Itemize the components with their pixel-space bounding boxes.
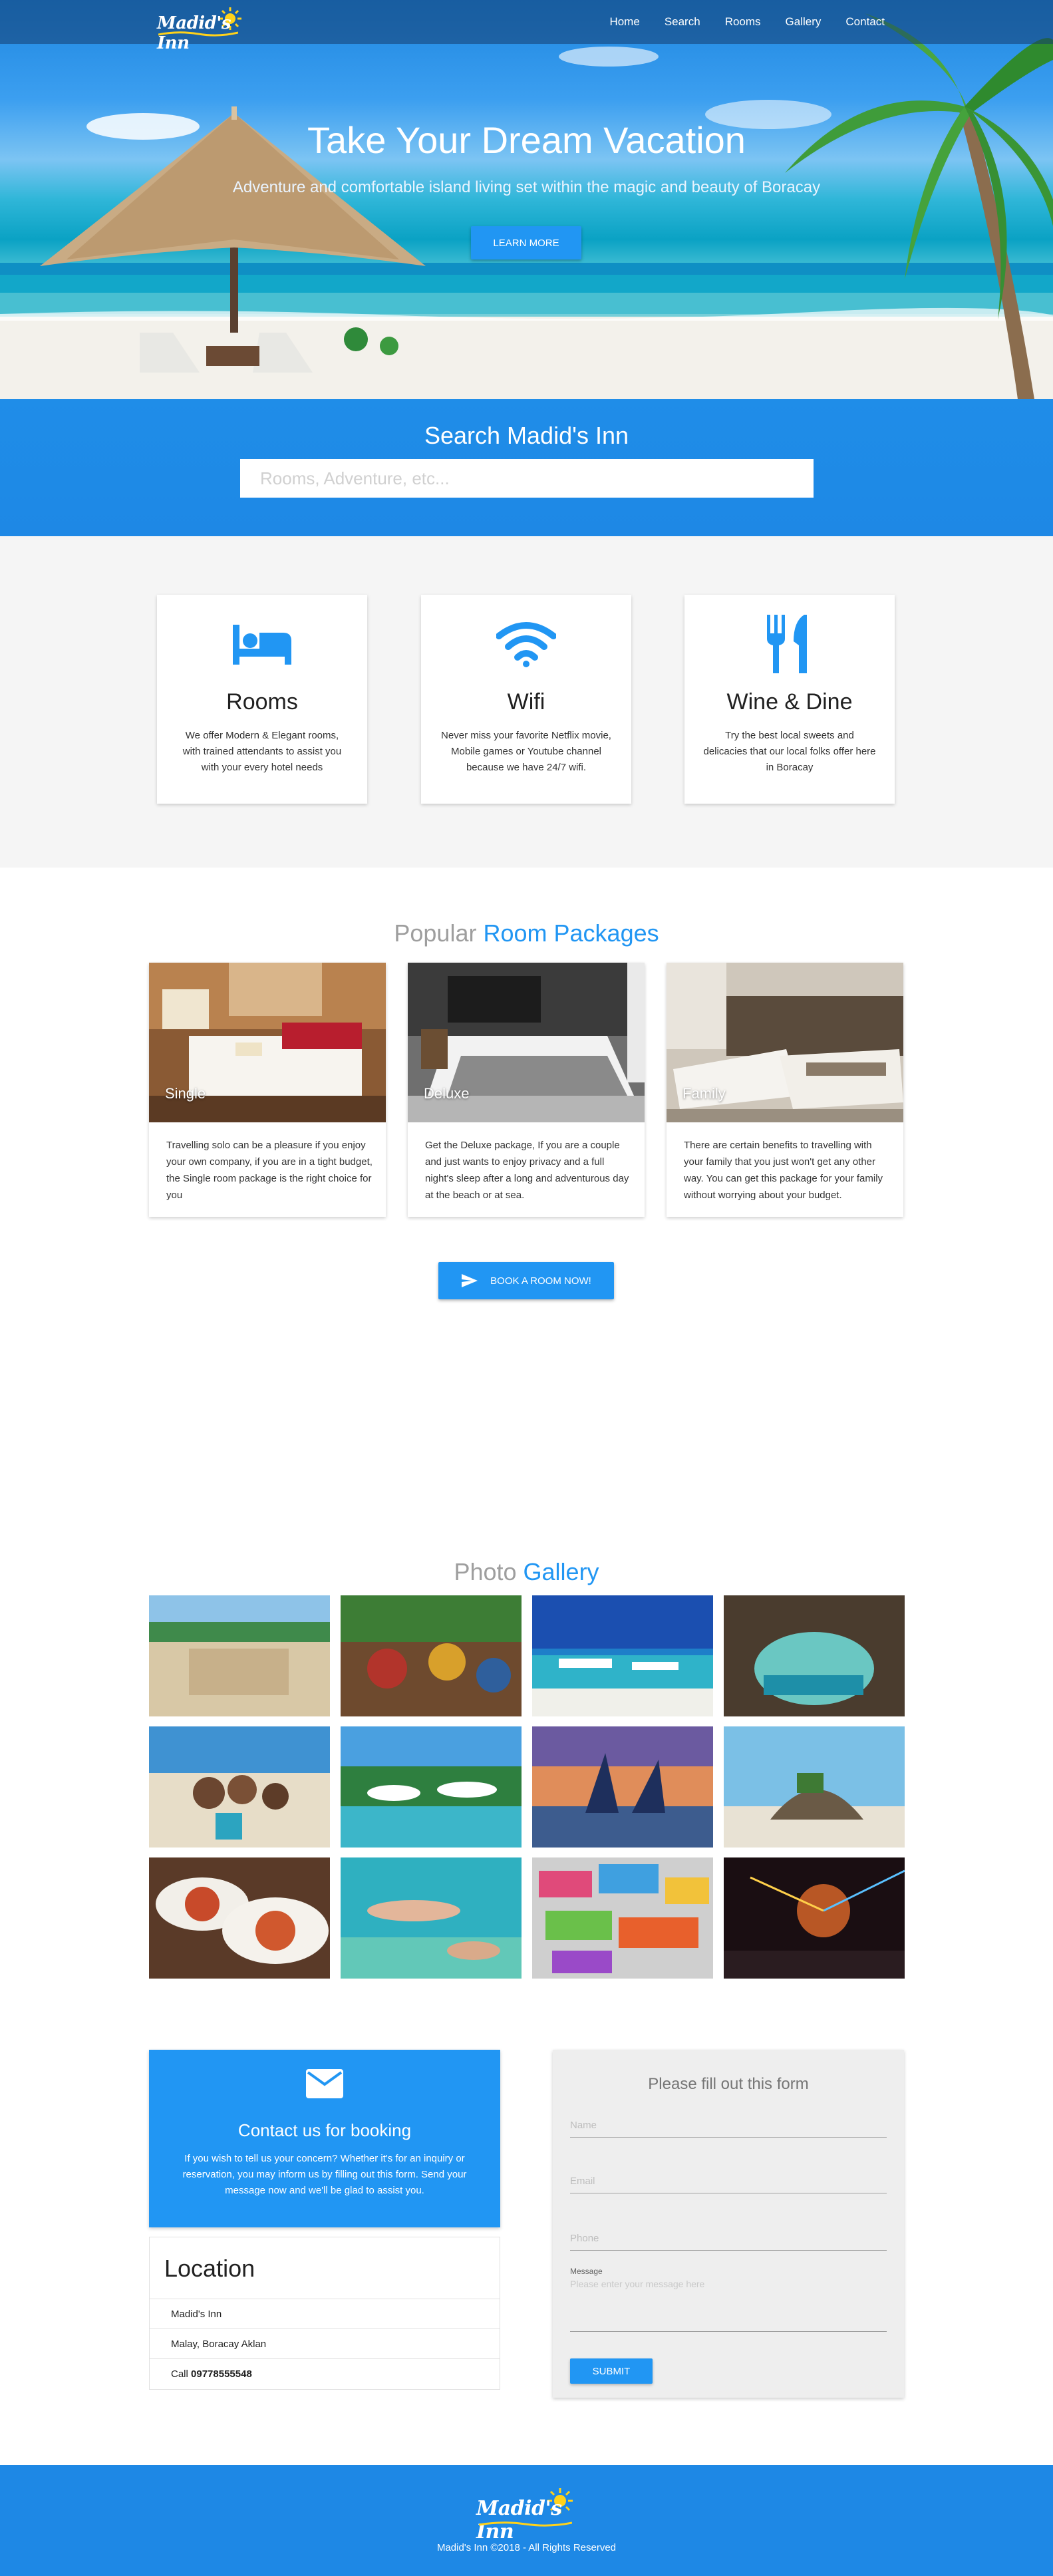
nav-search[interactable]: Search <box>665 15 700 29</box>
location-address: Malay, Boracay Aklan <box>150 2329 500 2358</box>
gallery-heading-plain: Photo <box>454 1558 517 1585</box>
feature-title: Rooms <box>226 689 298 715</box>
feature-text: Never miss your favorite Netflix movie, … <box>441 730 611 773</box>
package-label: Deluxe <box>424 1085 470 1102</box>
packages-heading-plain: Popular <box>394 919 477 947</box>
message-label: Message <box>570 2267 603 2276</box>
contact-text: If you wish to tell us your concern? Whe… <box>182 2153 467 2196</box>
search-title: Search Madid's Inn <box>424 422 629 449</box>
package-card-deluxe[interactable]: Deluxe Get the Deluxe package, If you ar… <box>408 963 645 1217</box>
packages-heading: Popular Room Packages <box>0 919 1053 947</box>
gallery-image-beach-resort[interactable] <box>341 1726 522 1848</box>
book-room-label: BOOK A ROOM NOW! <box>490 1275 591 1287</box>
gallery-image-sunset-sailboats[interactable] <box>532 1726 713 1848</box>
package-text: There are certain benefits to travelling… <box>684 1140 883 1201</box>
nav-links: Home Search Rooms Gallery Contact <box>609 0 885 44</box>
gallery-image-festival-dancers[interactable] <box>341 1595 522 1716</box>
phone-number[interactable]: 09778555548 <box>191 2368 252 2380</box>
package-label: Single <box>165 1085 206 1102</box>
footer-logo[interactable]: Madid's Inn <box>476 2488 583 2543</box>
package-label: Family <box>682 1085 726 1102</box>
nav-rooms[interactable]: Rooms <box>725 15 761 29</box>
wave-icon <box>158 31 238 37</box>
wifi-icon <box>496 622 556 667</box>
location-phone: Call 09778555548 <box>150 2358 500 2388</box>
location-name: Madid's Inn <box>150 2299 500 2329</box>
gallery-image-rock-cave[interactable] <box>724 1595 905 1716</box>
utensils-icon <box>767 615 807 673</box>
package-text: Get the Deluxe package, If you are a cou… <box>425 1140 629 1201</box>
gallery-image-sand-castle[interactable] <box>149 1595 330 1716</box>
bed-icon <box>233 625 291 665</box>
hero-subtitle: Adventure and comfortable island living … <box>232 178 821 196</box>
call-prefix: Call <box>171 2368 188 2380</box>
contact-info-box: Contact us for booking If you wish to te… <box>149 2050 500 2227</box>
nav-gallery[interactable]: Gallery <box>786 15 822 29</box>
feature-title: Wifi <box>507 689 545 715</box>
phone-field[interactable] <box>570 2227 887 2251</box>
feature-card-wine-dine: Wine & Dine Try the best local sweets an… <box>684 595 895 804</box>
contact-title: Contact us for booking <box>237 2120 412 2140</box>
wave-icon <box>479 2521 572 2527</box>
book-room-button[interactable]: BOOK A ROOM NOW! <box>438 1262 614 1299</box>
envelope-icon <box>306 2069 343 2098</box>
nav-contact[interactable]: Contact <box>845 15 885 29</box>
family-room-image: Family <box>667 963 903 1122</box>
location-title: Location <box>164 2255 255 2282</box>
package-text: Travelling solo can be a pleasure if you… <box>166 1140 373 1201</box>
footer-brand: Madid's Inn <box>476 2497 562 2543</box>
contact-form: Please fill out this form Message SUBMIT <box>553 2050 904 2398</box>
gallery-image-crab-dish[interactable] <box>149 1857 330 1979</box>
gallery-heading: Photo Gallery <box>0 1558 1053 1586</box>
packages-heading-accent: Room Packages <box>483 919 659 947</box>
footer-copyright: Madid's Inn ©2018 - All Rights Reserved <box>436 2542 617 2553</box>
deluxe-room-image: Deluxe <box>408 963 645 1122</box>
gallery-image-snorkeling[interactable] <box>341 1857 522 1979</box>
gallery-image-souvenir-signs[interactable] <box>532 1857 713 1979</box>
hero-section: Take Your Dream Vacation Adventure and c… <box>0 0 1053 399</box>
nav-home[interactable]: Home <box>609 15 639 29</box>
search-input[interactable] <box>240 459 814 498</box>
hero-beach-image <box>0 13 1053 399</box>
single-room-image: Single <box>149 963 386 1122</box>
hero-title: Take Your Dream Vacation <box>307 119 746 161</box>
features-section: Rooms We offer Modern & Elegant rooms, w… <box>0 536 1053 868</box>
gallery-image-kids-on-beach[interactable] <box>149 1726 330 1848</box>
brand-logo[interactable]: Madid's Inn <box>157 7 243 53</box>
package-card-family[interactable]: Family There are certain benefits to tra… <box>667 963 903 1217</box>
top-navbar: Madid's Inn Home Search Rooms Gallery Co… <box>0 0 1053 53</box>
feature-title: Wine & Dine <box>726 689 853 715</box>
name-field[interactable] <box>570 2114 887 2138</box>
gallery-image-boats-on-sea[interactable] <box>532 1595 713 1716</box>
submit-button[interactable]: SUBMIT <box>570 2358 653 2384</box>
gallery-image-night-party[interactable] <box>724 1857 905 1979</box>
package-card-single[interactable]: Single Travelling solo can be a pleasure… <box>149 963 386 1217</box>
feature-text: Try the best local sweets and delicacies… <box>703 730 876 773</box>
cloud <box>559 47 659 67</box>
email-field[interactable] <box>570 2170 887 2193</box>
feature-card-wifi: Wifi Never miss your favorite Netflix mo… <box>421 595 631 804</box>
location-box: Location Madid's Inn Malay, Boracay Akla… <box>149 2237 500 2390</box>
footer: Madid's Inn Madid's Inn ©2018 - All Righ… <box>0 2465 1053 2576</box>
gallery-heading-accent: Gallery <box>523 1558 599 1585</box>
gallery-image-rock-shrine[interactable] <box>724 1726 905 1848</box>
learn-more-button[interactable]: LEARN MORE <box>471 226 581 259</box>
feature-text: We offer Modern & Elegant rooms, with tr… <box>182 730 342 773</box>
feature-card-rooms: Rooms We offer Modern & Elegant rooms, w… <box>157 595 367 804</box>
form-title: Please fill out this form <box>648 2075 809 2093</box>
message-field[interactable] <box>570 2279 887 2332</box>
send-icon <box>462 1274 478 1287</box>
search-section: Search Madid's Inn <box>0 399 1053 536</box>
